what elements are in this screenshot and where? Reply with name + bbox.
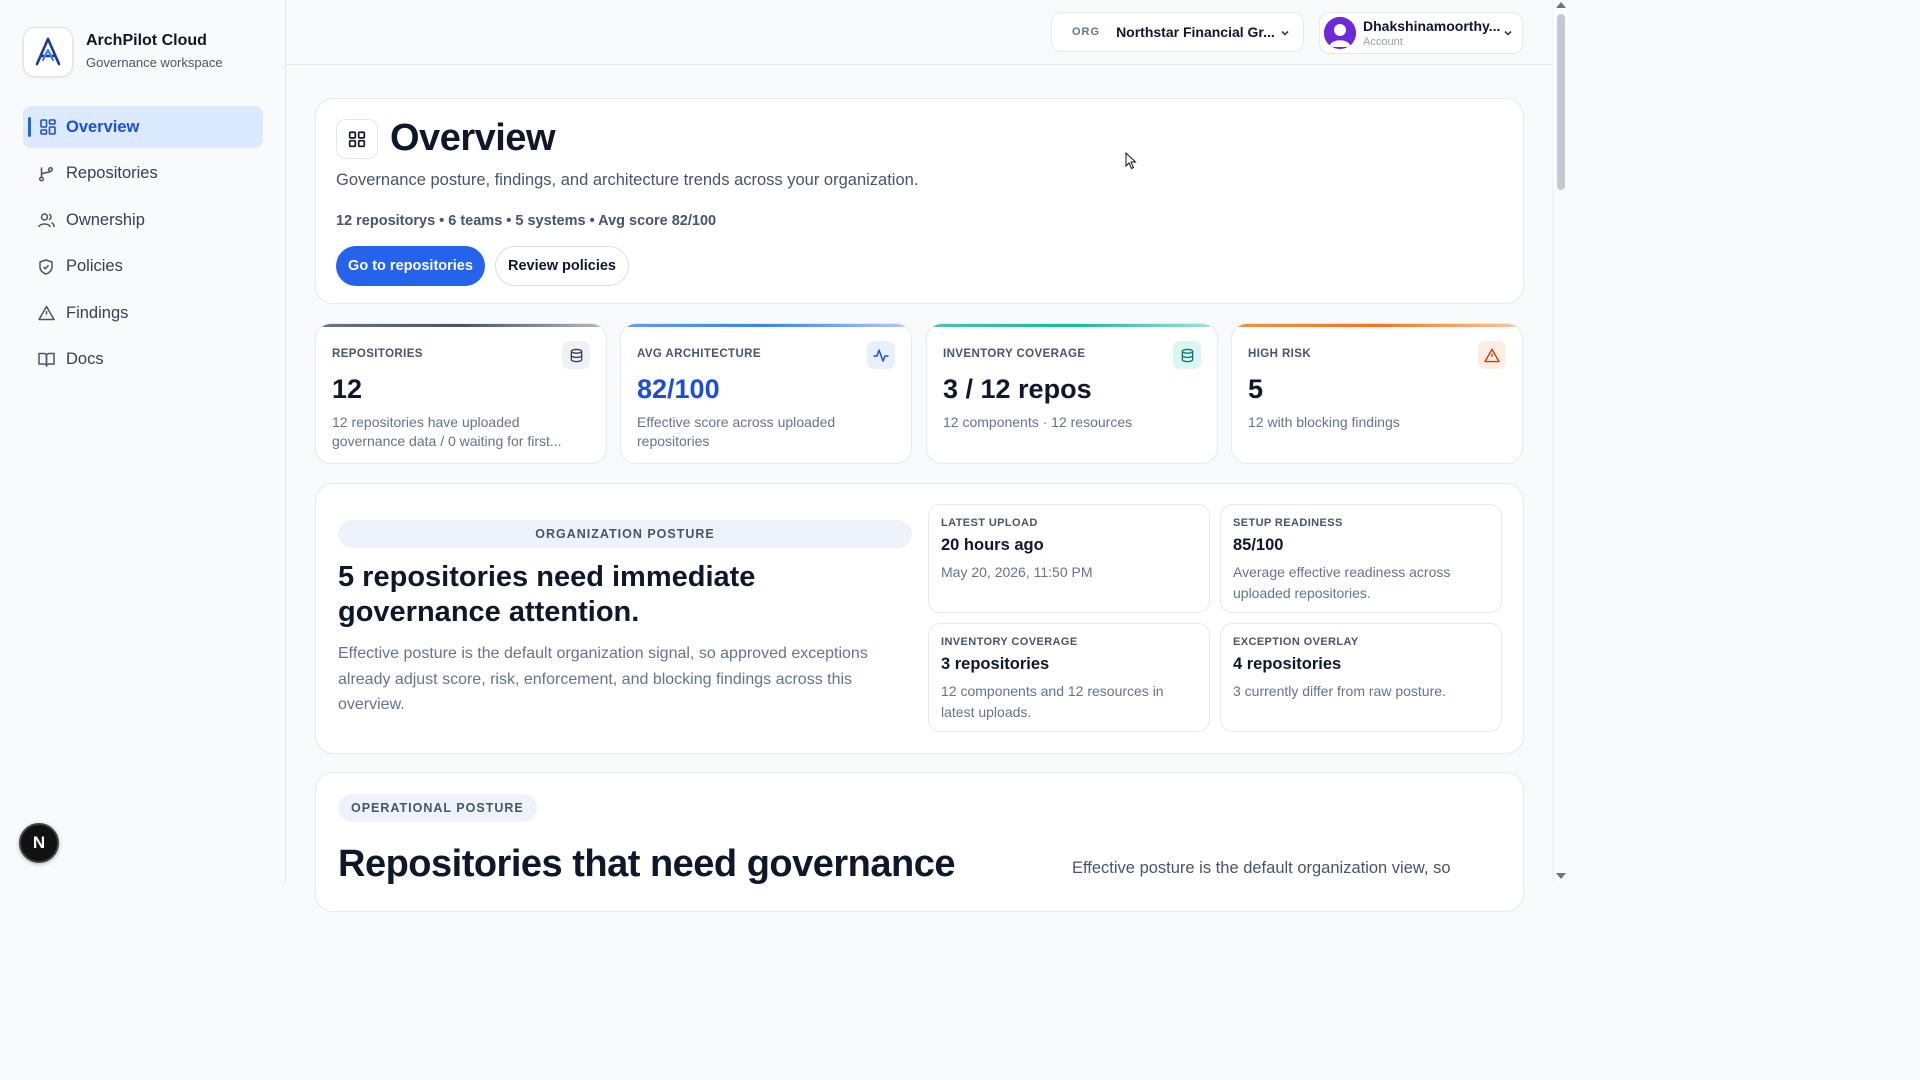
exception-overlay-card: EXCEPTION OVERLAY 4 repositories 3 curre… xyxy=(1220,623,1502,732)
sidebar-item-overview[interactable]: Overview xyxy=(23,106,263,148)
posture-headline: 5 repositories need immediate governance… xyxy=(338,561,756,628)
dev-tools-badge[interactable]: N xyxy=(19,823,59,863)
shield-icon xyxy=(37,258,55,276)
metric-label: INVENTORY COVERAGE xyxy=(941,636,1078,648)
metric-label: SETUP READINESS xyxy=(1233,517,1343,529)
sidebar-item-label: Docs xyxy=(66,350,104,368)
stat-label: INVENTORY COVERAGE xyxy=(943,348,1086,360)
stat-subtext: Effective score across uploaded reposito… xyxy=(637,414,836,449)
metric-value: 3 repositories xyxy=(941,655,1050,673)
stat-card-repositories: REPOSITORIES 12 12 repositories have upl… xyxy=(315,323,607,464)
org-tag: ORG xyxy=(1072,26,1101,38)
account-name: Dhakshinamoorthy... xyxy=(1363,17,1501,34)
review-policies-button[interactable]: Review policies xyxy=(495,246,629,286)
sidebar-item-repositories[interactable]: Repositories xyxy=(23,153,263,195)
metric-subtext: Average effective readiness across uploa… xyxy=(1233,564,1451,601)
stat-subtext: 12 repositories have uploaded governance… xyxy=(332,414,562,449)
users-icon xyxy=(37,211,55,229)
section-pill: OPERATIONAL POSTURE xyxy=(338,794,537,822)
database-icon xyxy=(562,341,590,369)
chevron-down-icon xyxy=(1502,26,1514,44)
stat-accent-bar xyxy=(316,324,606,327)
sidebar-item-label: Repositories xyxy=(66,164,158,182)
sidebar-item-policies[interactable]: Policies xyxy=(23,246,263,288)
go-to-repositories-button[interactable]: Go to repositories xyxy=(336,246,485,286)
sidebar-item-label: Policies xyxy=(66,257,123,275)
latest-upload-card: LATEST UPLOAD 20 hours ago May 20, 2026,… xyxy=(928,504,1210,613)
sidebar-item-docs[interactable]: Docs xyxy=(23,339,263,381)
metric-value: 20 hours ago xyxy=(941,536,1044,554)
database-icon xyxy=(1173,341,1201,369)
stat-accent-bar xyxy=(927,324,1217,327)
warning-icon xyxy=(1478,341,1506,369)
metric-value: 85/100 xyxy=(1233,536,1284,554)
sidebar: ArchPilot Cloud Governance workspace Ove… xyxy=(0,0,286,882)
topbar: ORG Northstar Financial Gr... Dhakshinam… xyxy=(286,0,1568,65)
avatar xyxy=(1324,17,1356,49)
sidebar-nav: Overview Repositories Ownership Policies… xyxy=(23,106,263,385)
metric-value: 4 repositories xyxy=(1233,655,1342,673)
org-switcher[interactable]: ORG Northstar Financial Gr... xyxy=(1051,12,1304,52)
page-description: Governance posture, findings, and archit… xyxy=(336,171,919,189)
sidebar-item-ownership[interactable]: Ownership xyxy=(23,199,263,241)
operational-posture-card: OPERATIONAL POSTURE Repositories that ne… xyxy=(315,772,1524,912)
stat-label: AVG ARCHITECTURE xyxy=(637,348,761,360)
stat-label: HIGH RISK xyxy=(1248,348,1312,360)
sidebar-item-label: Ownership xyxy=(66,210,145,229)
stat-card-inventory-coverage: INVENTORY COVERAGE 3 / 12 repos 12 compo… xyxy=(926,323,1218,464)
summary-stats: 12 repositorys • 6 teams • 5 systems • A… xyxy=(336,213,717,229)
brand-name: ArchPilot Cloud xyxy=(86,32,207,49)
section-pill: ORGANIZATION POSTURE xyxy=(338,520,912,548)
brand[interactable]: ArchPilot Cloud Governance workspace xyxy=(23,27,223,77)
scroll-up-icon[interactable] xyxy=(1556,2,1566,8)
archpilot-logo-icon xyxy=(23,27,73,77)
stat-value: 82/100 xyxy=(637,374,720,404)
account-menu[interactable]: Dhakshinamoorthy... Account xyxy=(1319,12,1523,54)
org-name: Northstar Financial Gr... xyxy=(1116,24,1275,40)
stat-subtext: 12 with blocking findings xyxy=(1248,414,1400,430)
warning-icon xyxy=(37,304,55,322)
metric-label: EXCEPTION OVERLAY xyxy=(1233,636,1359,648)
metric-label: LATEST UPLOAD xyxy=(941,517,1038,529)
stat-value: 3 / 12 repos xyxy=(943,374,1092,404)
operational-description: Effective posture is the default organiz… xyxy=(1072,859,1451,877)
mouse-cursor-icon xyxy=(1125,151,1137,175)
metric-subtext: 12 components and 12 resources in latest… xyxy=(941,683,1164,720)
organization-posture-card: ORGANIZATION POSTURE 5 repositories need… xyxy=(315,483,1524,754)
metric-subtext: May 20, 2026, 11:50 PM xyxy=(941,564,1093,580)
stat-card-high-risk: HIGH RISK 5 12 with blocking findings xyxy=(1231,323,1523,464)
stat-accent-bar xyxy=(621,324,911,327)
inventory-coverage-card: INVENTORY COVERAGE 3 repositories 12 com… xyxy=(928,623,1210,732)
account-label: Account xyxy=(1363,35,1403,48)
scroll-down-icon[interactable] xyxy=(1556,873,1566,879)
metric-subtext: 3 currently differ from raw posture. xyxy=(1233,683,1446,699)
sidebar-item-label: Findings xyxy=(66,303,129,322)
page-title: Overview xyxy=(390,117,556,159)
brand-subtitle: Governance workspace xyxy=(86,55,223,70)
activity-icon xyxy=(867,341,895,369)
posture-description: Effective posture is the default organiz… xyxy=(338,645,868,713)
git-branch-icon xyxy=(37,165,55,183)
stat-value: 5 xyxy=(1248,374,1264,404)
stat-label: REPOSITORIES xyxy=(332,348,423,360)
sidebar-item-findings[interactable]: Findings xyxy=(23,292,263,334)
grid-icon xyxy=(336,119,378,159)
page-scrollbar[interactable] xyxy=(1552,0,1568,882)
sidebar-item-label: Overview xyxy=(66,117,140,136)
stat-card-avg-architecture: AVG ARCHITECTURE 82/100 Effective score … xyxy=(620,323,912,464)
scrollbar-thumb[interactable] xyxy=(1557,14,1565,190)
stat-subtext: 12 components · 12 resources xyxy=(943,414,1133,430)
book-icon xyxy=(37,351,55,369)
grid-icon xyxy=(39,118,57,136)
operational-headline: Repositories that need governance xyxy=(338,843,956,885)
chevron-down-icon xyxy=(1279,26,1291,44)
stat-value: 12 xyxy=(332,374,363,404)
stat-accent-bar xyxy=(1232,324,1522,327)
setup-readiness-card: SETUP READINESS 85/100 Average effective… xyxy=(1220,504,1502,613)
overview-header-card: Overview Governance posture, findings, a… xyxy=(315,98,1524,304)
